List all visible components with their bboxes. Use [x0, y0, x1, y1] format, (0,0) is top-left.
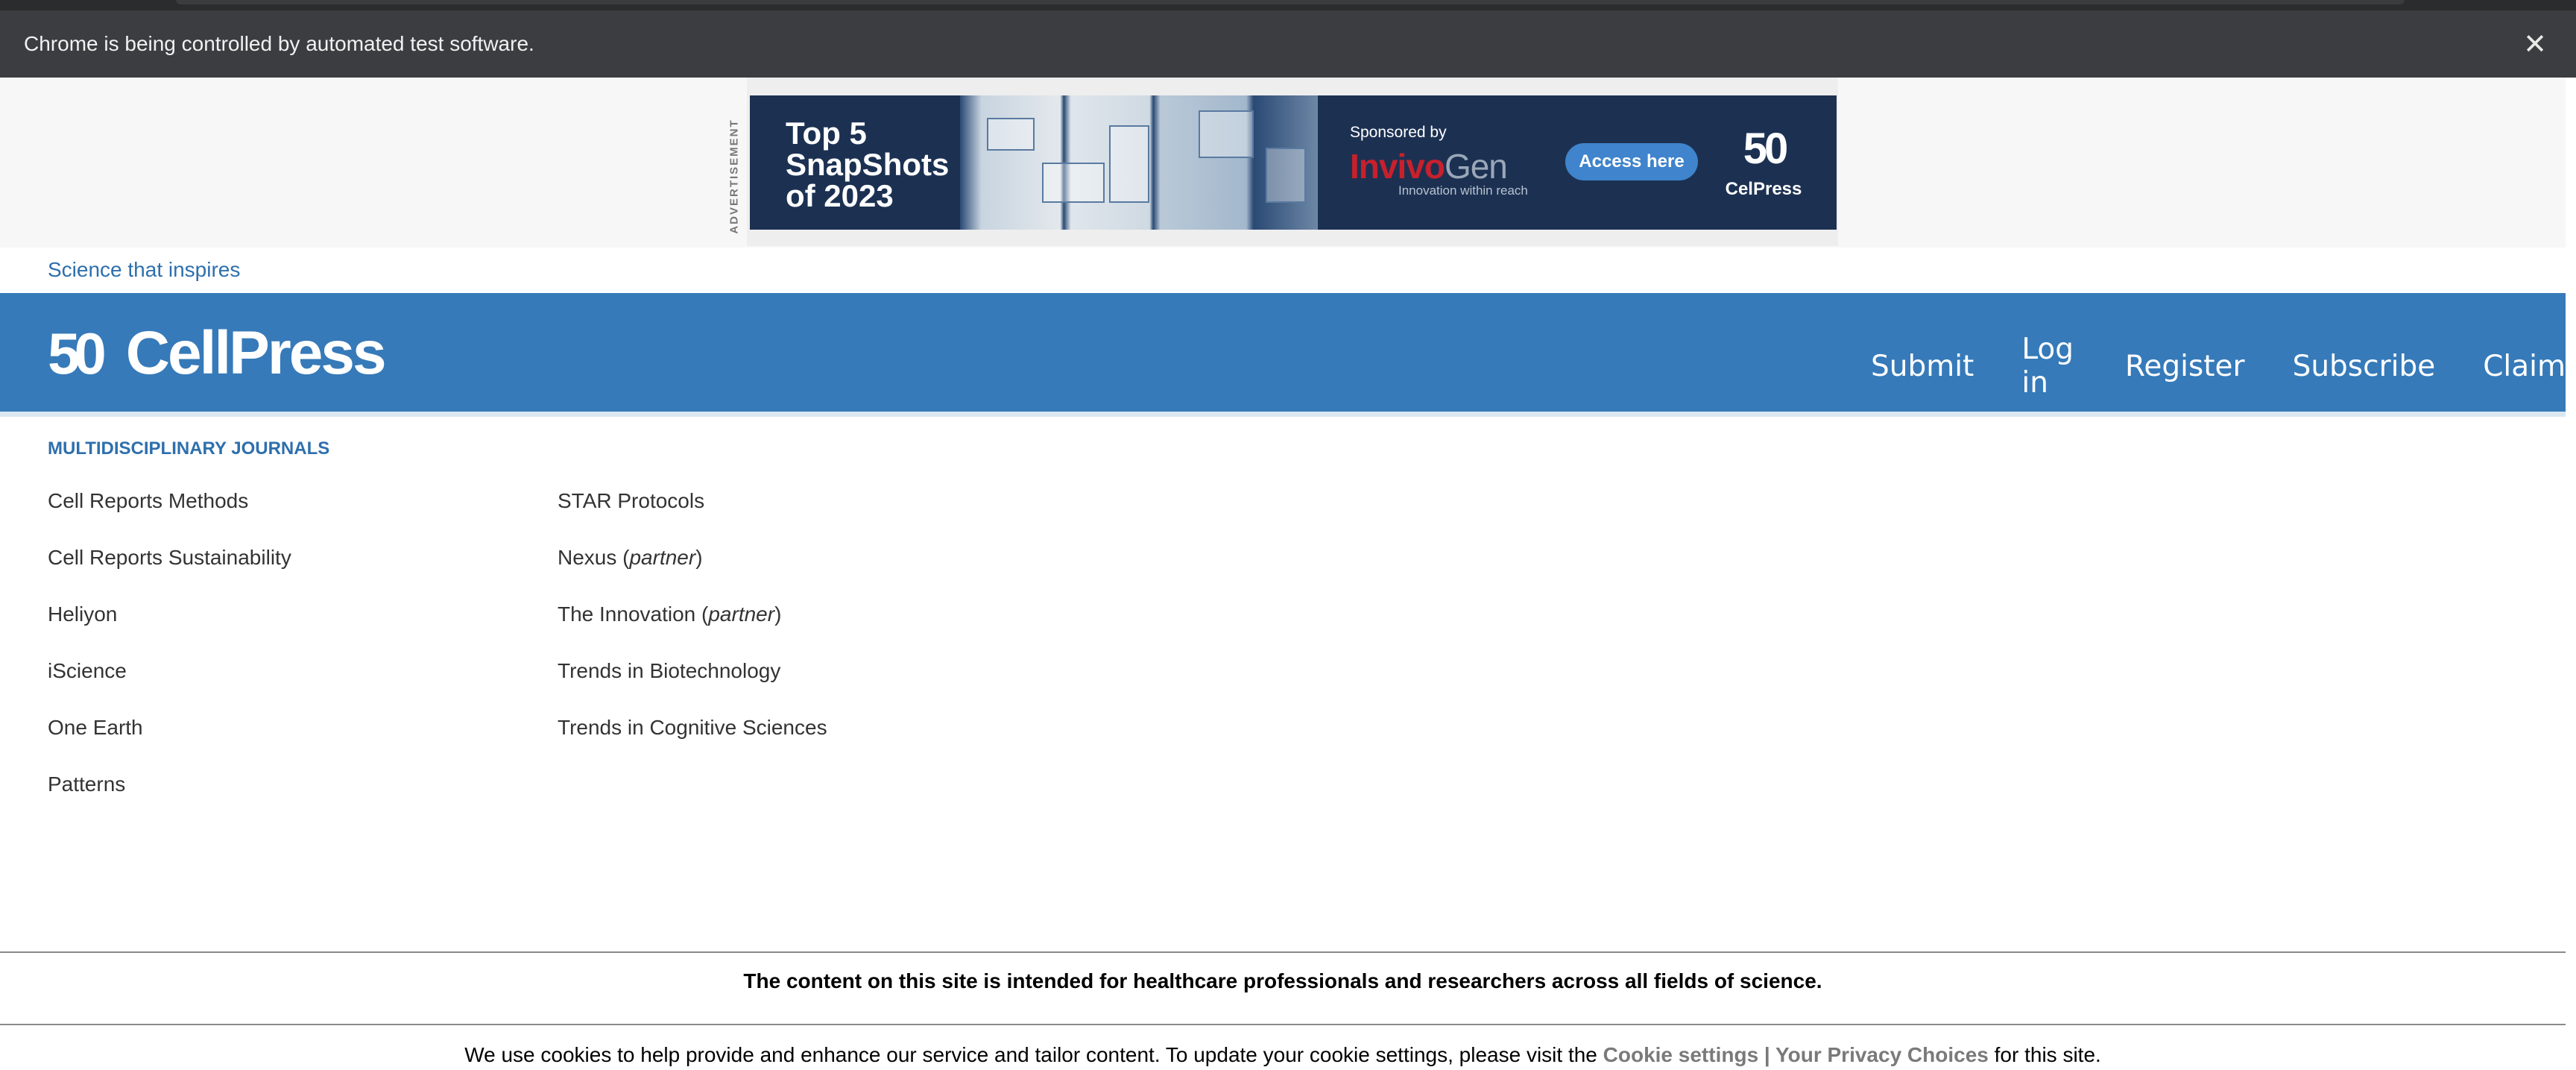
nav-claim[interactable]: Claim [2483, 350, 2566, 383]
journal-link[interactable]: iScience [48, 659, 127, 682]
science-that-inspires-link[interactable]: Science that inspires [48, 258, 240, 282]
cookie-text-before: We use cookies to help provide and enhan… [464, 1043, 1603, 1066]
browser-tab-strip [0, 0, 2576, 10]
list-item: Cell Reports Methods [48, 486, 291, 543]
section-title: MULTIDISCIPLINARY JOURNALS [48, 438, 330, 459]
invivogen-logo: InvivoGen [1350, 147, 1508, 186]
nav-submit[interactable]: Submit [1871, 350, 1974, 383]
close-icon[interactable]: ✕ [2516, 25, 2554, 63]
journal-link[interactable]: Heliyon [48, 602, 117, 626]
ad-figure-thumb [1199, 110, 1254, 158]
header-nav: Submit Log in Register Subscribe Claim [1871, 333, 2566, 400]
journal-list-right: STAR Protocols Nexus (partner) The Innov… [558, 486, 827, 770]
nav-register[interactable]: Register [2125, 350, 2245, 383]
ad-cellpress-label: CelPress [1725, 179, 1802, 199]
ad-sponsor-tagline: Innovation within reach [1398, 183, 1528, 198]
cellpress-50-badge-icon: 50 [1743, 125, 1789, 173]
ad-figure-thumb [1109, 125, 1149, 203]
cellpress-logo[interactable]: 50 CellPress [48, 319, 387, 387]
automation-infobar: Chrome is being controlled by automated … [0, 10, 2576, 78]
ad-banner[interactable]: Top 5 SnapShots of 2023 Sponsored by Inv… [750, 95, 1837, 230]
journal-link[interactable]: Patterns [48, 772, 125, 796]
list-item: Trends in Biotechnology [558, 656, 827, 713]
list-item: Nexus (partner) [558, 543, 827, 599]
journal-link[interactable]: Cell Reports Sustainability [48, 546, 291, 569]
page-scrollbar-track [2566, 78, 2576, 1070]
list-item: The Innovation (partner) [558, 599, 827, 656]
ad-figure-strip [960, 95, 1318, 230]
cookie-text-after: for this site. [1988, 1043, 2101, 1066]
journal-link[interactable]: Nexus (partner) [558, 546, 703, 569]
journal-link[interactable]: Trends in Biotechnology [558, 659, 780, 682]
cookie-banner: We use cookies to help provide and enhan… [0, 1043, 2566, 1067]
ad-figure-thumb [987, 118, 1035, 151]
journal-link[interactable]: Trends in Cognitive Sciences [558, 716, 827, 739]
access-here-button[interactable]: Access here [1565, 143, 1698, 180]
journal-link[interactable]: One Earth [48, 716, 143, 739]
partner-note: partner [708, 602, 775, 626]
list-item: Cell Reports Sustainability [48, 543, 291, 599]
healthcare-notice: The content on this site is intended for… [743, 969, 1822, 992]
list-item: One Earth [48, 713, 291, 770]
list-item: Trends in Cognitive Sciences [558, 713, 827, 770]
ad-label: ADVERTISEMENT [727, 118, 741, 234]
ad-figure-thumb [1042, 163, 1105, 203]
cookie-divider [0, 1024, 2566, 1025]
list-item: STAR Protocols [558, 486, 827, 543]
nav-log-in[interactable]: Log in [2021, 333, 2077, 400]
site-header: 50 CellPress Submit Log in Register Subs… [0, 293, 2566, 412]
infobar-message: Chrome is being controlled by automated … [24, 32, 534, 55]
nav-subscribe[interactable]: Subscribe [2293, 350, 2436, 383]
header-divider [0, 412, 2566, 417]
browser-tab [176, 0, 2405, 4]
cookie-settings-link[interactable]: Cookie settings | Your Privacy Choices [1603, 1043, 1989, 1066]
list-item: Heliyon [48, 599, 291, 656]
ad-sponsored-by: Sponsored by [1350, 124, 1447, 141]
ad-headline: Top 5 SnapShots of 2023 [786, 116, 950, 213]
journal-link[interactable]: Cell Reports Methods [48, 489, 248, 512]
partner-note: partner [629, 546, 696, 569]
ad-zone: ADVERTISEMENT Top 5 SnapShots of 2023 Sp… [0, 78, 2566, 248]
journal-link[interactable]: STAR Protocols [558, 489, 704, 512]
journal-link[interactable]: The Innovation (partner) [558, 602, 781, 626]
logo-text: CellPress [125, 319, 387, 387]
cellpress-50-logo-icon: 50 [48, 320, 107, 386]
list-item: Patterns [48, 770, 291, 826]
notice-divider [0, 951, 2566, 953]
journal-list-left: Cell Reports Methods Cell Reports Sustai… [48, 486, 291, 826]
list-item: iScience [48, 656, 291, 713]
ad-figure-thumb [1266, 148, 1306, 203]
